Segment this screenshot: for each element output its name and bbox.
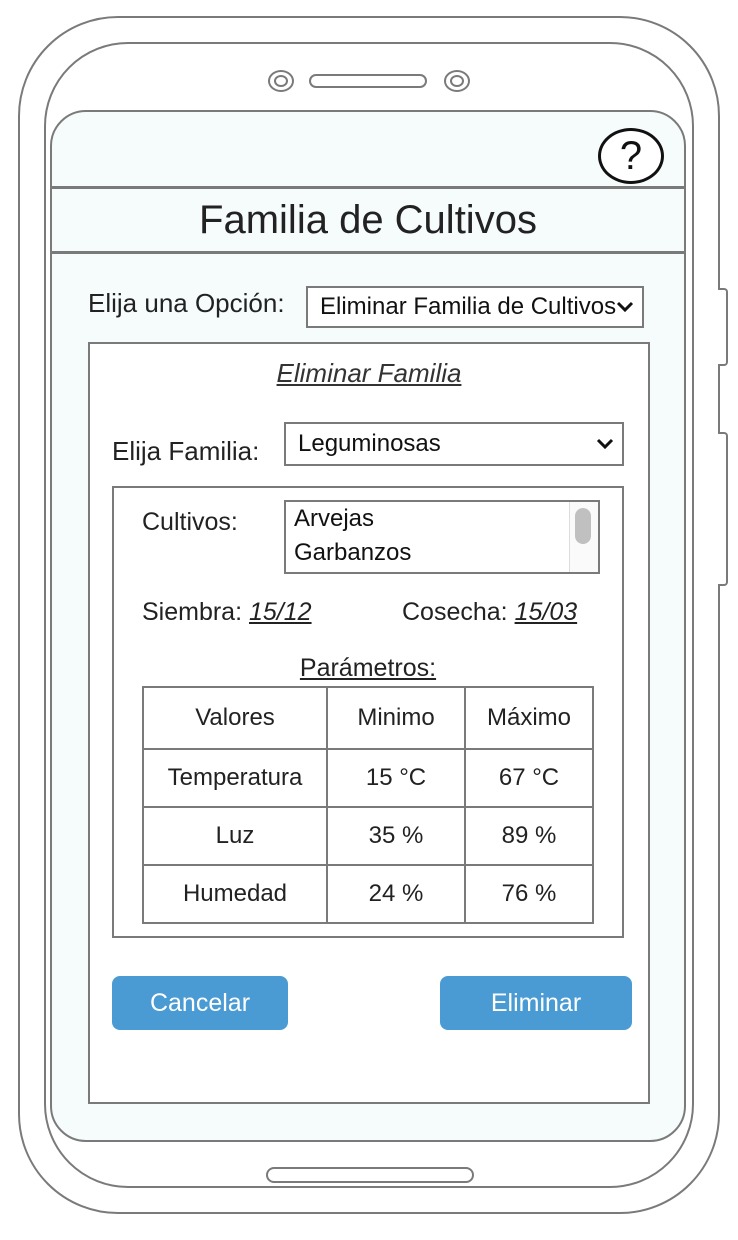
list-item[interactable]: Arvejas <box>286 502 598 536</box>
table-row: Luz 35 % 89 % <box>142 806 594 866</box>
sensor-icon <box>444 70 470 92</box>
parameters-table: Valores Minimo Máximo Temperatura 15 °C … <box>142 686 594 924</box>
header-cell: Máximo <box>464 686 594 750</box>
option-label: Elija una Opción: <box>88 288 285 318</box>
sowing-value: 15/12 <box>249 598 312 626</box>
harvest-date: Cosecha: 15/03 <box>402 598 577 627</box>
page-title: Familia de Cultivos <box>52 186 684 254</box>
table-cell: 24 % <box>326 864 466 924</box>
table-cell: 15 °C <box>326 748 466 808</box>
help-icon[interactable]: ? <box>598 128 664 184</box>
chevron-down-icon <box>616 301 634 313</box>
power-button <box>718 432 728 586</box>
table-cell: 76 % <box>464 864 594 924</box>
table-cell: 67 °C <box>464 748 594 808</box>
sowing-date: Siembra: 15/12 <box>142 598 312 627</box>
delete-family-panel: Eliminar Familia Elija Familia: Legumino… <box>88 342 650 1104</box>
crops-listbox[interactable]: Arvejas Garbanzos <box>284 500 600 574</box>
family-select-value: Leguminosas <box>298 430 441 457</box>
app-screen: ? Familia de Cultivos Elija una Opción: … <box>50 110 686 1142</box>
speaker-grille <box>309 74 427 88</box>
table-cell: Temperatura <box>142 748 328 808</box>
table-header-row: Valores Minimo Máximo <box>142 686 594 750</box>
crops-scrollbar[interactable] <box>569 502 598 572</box>
panel-title: Eliminar Familia <box>276 358 462 388</box>
volume-button <box>718 288 728 366</box>
table-row: Humedad 24 % 76 % <box>142 864 594 924</box>
scrollbar-thumb[interactable] <box>575 508 591 544</box>
cancel-button[interactable]: Cancelar <box>112 976 288 1030</box>
table-row: Temperatura 15 °C 67 °C <box>142 748 594 808</box>
table-cell: 35 % <box>326 806 466 866</box>
home-button[interactable] <box>266 1167 474 1183</box>
front-camera-icon <box>268 70 294 92</box>
harvest-value: 15/03 <box>514 598 578 626</box>
family-details: Cultivos: Arvejas Garbanzos Siembra: 15/… <box>112 486 624 938</box>
list-item[interactable]: Garbanzos <box>286 536 598 570</box>
family-select[interactable]: Leguminosas <box>284 422 624 466</box>
header-cell: Valores <box>142 686 328 750</box>
family-label: Elija Familia: <box>112 436 260 466</box>
harvest-label: Cosecha: <box>402 598 508 626</box>
header-cell: Minimo <box>326 686 466 750</box>
option-select[interactable]: Eliminar Familia de Cultivos <box>306 286 644 328</box>
chevron-down-icon <box>596 438 614 450</box>
crops-label: Cultivos: <box>142 508 238 536</box>
table-cell: Luz <box>142 806 328 866</box>
sowing-label: Siembra: <box>142 598 243 626</box>
table-cell: Humedad <box>142 864 328 924</box>
parameters-title: Parámetros: <box>299 654 437 682</box>
delete-button[interactable]: Eliminar <box>440 976 632 1030</box>
option-select-value: Eliminar Familia de Cultivos <box>320 293 617 320</box>
table-cell: 89 % <box>464 806 594 866</box>
